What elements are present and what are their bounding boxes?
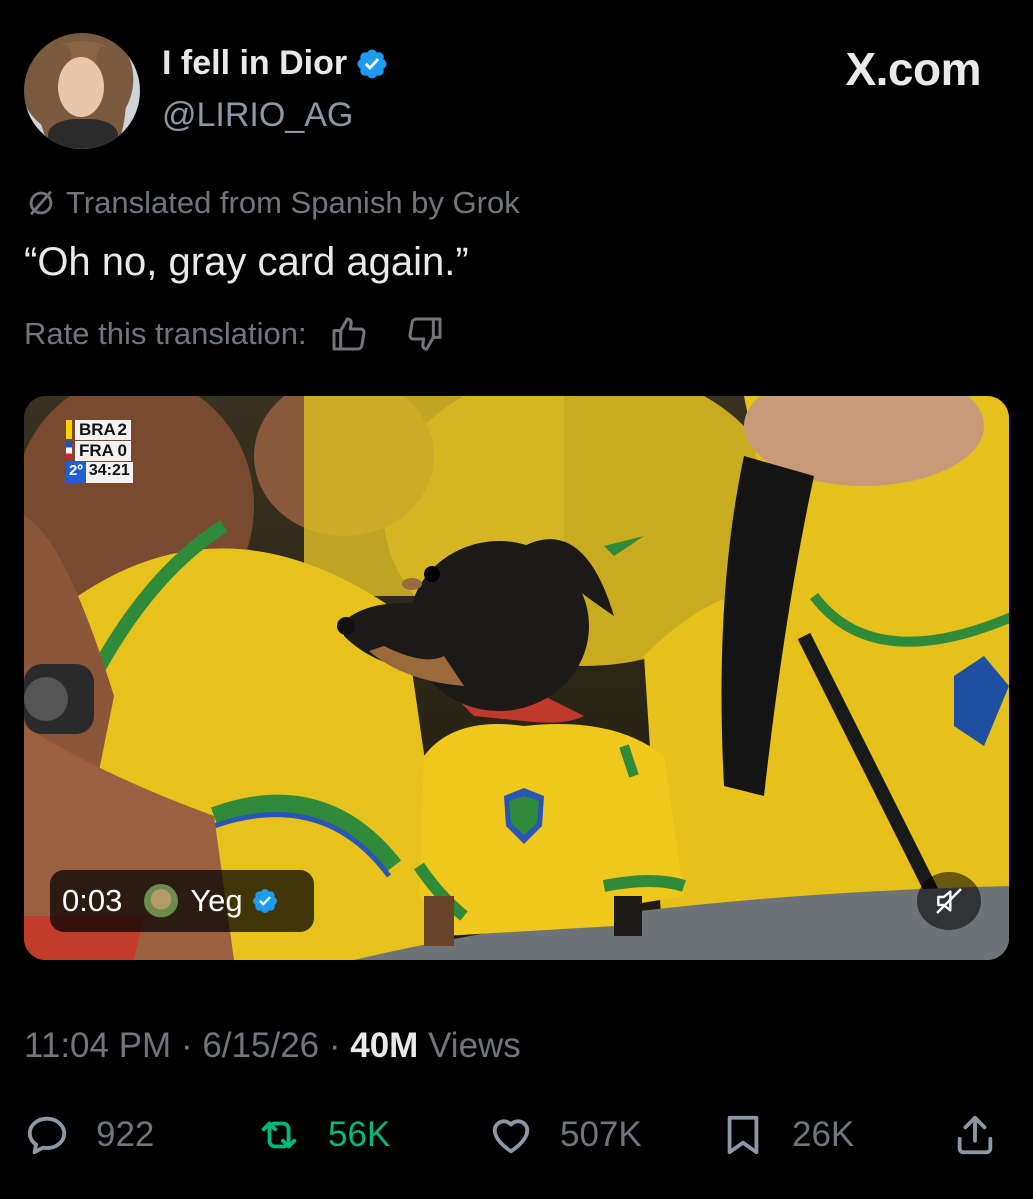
bookmark-count: 26K — [792, 1115, 855, 1154]
team2-score: 0 — [117, 440, 127, 460]
share-icon — [957, 1115, 993, 1155]
translate-slash-icon — [29, 190, 53, 216]
reply-icon — [27, 1116, 67, 1155]
views-label: Views — [428, 1026, 521, 1065]
like-count: 507K — [560, 1115, 642, 1154]
reply-count: 922 — [96, 1115, 155, 1154]
author-avatar[interactable] — [24, 33, 140, 149]
repost-button[interactable]: 56K — [256, 1105, 390, 1165]
match-half: 2º — [66, 462, 86, 483]
author-handle[interactable]: @LIRIO_AG — [162, 96, 353, 135]
author-display-name[interactable]: I fell in Dior — [162, 44, 347, 83]
match-clock: 2º 34:21 — [66, 462, 133, 483]
scoreboard-row-team2: FRA 0 — [66, 440, 133, 461]
video-timestamp: 0:03 — [62, 883, 123, 918]
team2-name: FRA — [79, 440, 114, 460]
tweet-text: “Oh no, gray card again.” — [24, 240, 469, 284]
thumbs-up-icon[interactable] — [329, 314, 369, 354]
creator-avatar[interactable] — [144, 884, 179, 918]
creator-name[interactable]: Yeg — [190, 883, 242, 919]
verified-badge-icon — [357, 48, 387, 79]
scoreboard-row-team1: BRA 2 — [66, 419, 133, 440]
views-count: 40M — [350, 1026, 419, 1065]
bookmark-button[interactable]: 26K — [720, 1105, 854, 1165]
bookmark-icon — [727, 1115, 759, 1155]
rate-translation-label: Rate this translation: — [24, 316, 307, 351]
meta-separator: · — [328, 1026, 341, 1065]
reply-button[interactable]: 922 — [24, 1105, 154, 1165]
video-info-pill[interactable]: 0:03 Yeg — [50, 870, 314, 932]
share-button[interactable] — [952, 1105, 1024, 1165]
tweet-time[interactable]: 11:04 PM — [24, 1026, 171, 1065]
match-time: 34:21 — [85, 462, 133, 483]
author-name-row[interactable]: I fell in Dior — [162, 44, 389, 83]
tweet-meta: 11:04 PM · 6/15/26 · 40M Views — [24, 1026, 521, 1066]
translation-notice-text: Translated from Spanish by Grok — [66, 185, 520, 220]
tweet-date[interactable]: 6/15/26 — [202, 1026, 319, 1065]
mute-toggle-button[interactable] — [917, 872, 981, 930]
translation-notice: Translated from Spanish by Grok — [24, 185, 520, 221]
heart-icon — [492, 1119, 530, 1154]
speaker-muted-icon — [936, 888, 962, 914]
meta-separator: · — [180, 1026, 193, 1065]
team1-name: BRA — [79, 419, 116, 439]
repost-count: 56K — [328, 1115, 391, 1154]
x-com-watermark: X.com — [845, 43, 981, 95]
thumbs-down-icon[interactable] — [405, 314, 445, 354]
repost-icon — [261, 1121, 297, 1149]
scoreboard: BRA 2 FRA 0 2º 34:21 — [66, 419, 133, 483]
like-button[interactable]: 507K — [488, 1105, 642, 1165]
creator-verified-icon — [252, 889, 277, 913]
action-bar: 922 56K 507K 26K — [0, 1105, 1033, 1165]
team1-score: 2 — [117, 419, 127, 439]
rate-translation: Rate this translation: — [24, 314, 445, 354]
